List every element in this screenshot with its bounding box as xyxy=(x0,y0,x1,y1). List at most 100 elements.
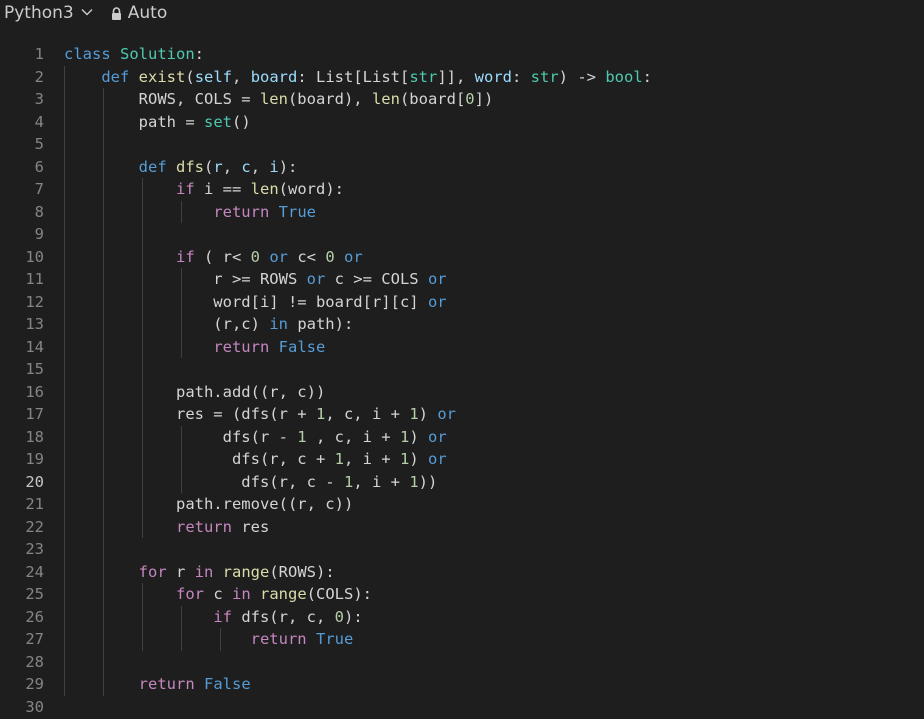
code-token: return xyxy=(138,675,195,693)
code-line[interactable]: 22 return res xyxy=(0,515,924,539)
auto-mode-indicator[interactable]: Auto xyxy=(111,3,167,23)
code-line[interactable]: 30 xyxy=(0,696,924,719)
code-token: path = xyxy=(64,112,204,131)
code-token: or xyxy=(427,292,447,311)
code-line[interactable]: 23 xyxy=(0,538,924,561)
code-token: if xyxy=(175,180,195,198)
line-number: 12 xyxy=(25,292,44,311)
code-token: path.add((r, c)) xyxy=(64,382,326,401)
code-token: 0 xyxy=(334,607,344,626)
code-text: class Solution: xyxy=(64,43,204,66)
code-token: , i + xyxy=(343,450,400,468)
code-token: or xyxy=(437,405,456,423)
language-selector[interactable]: Python3 xyxy=(4,3,93,23)
code-line[interactable]: 1 class Solution: xyxy=(0,43,924,66)
code-token: path): xyxy=(287,315,354,333)
code-line[interactable]: 24 for r in range(ROWS): xyxy=(0,560,924,584)
code-line[interactable]: 6 def dfs(r, c, i): xyxy=(0,155,924,179)
code-token: r xyxy=(213,157,223,176)
code-token: or xyxy=(427,450,447,468)
code-text: return res xyxy=(64,516,269,539)
code-token: word xyxy=(474,67,512,86)
indent-guide xyxy=(103,538,104,561)
code-line[interactable]: 25 for c in range(COLS): xyxy=(0,583,924,606)
code-line[interactable]: 17 res = (dfs(r + 1, c, i + 1) or xyxy=(0,403,924,426)
line-number: 2 xyxy=(34,67,44,86)
code-token: , xyxy=(232,67,251,86)
code-token: , i + xyxy=(353,472,410,491)
code-token: Solution xyxy=(120,45,195,63)
code-token: c< xyxy=(288,247,326,266)
code-line[interactable]: 15 xyxy=(0,358,924,381)
code-line[interactable]: 16 path.add((r, c)) xyxy=(0,380,924,403)
code-token: ]) xyxy=(474,90,494,108)
indent-guide xyxy=(64,538,65,561)
code-line[interactable]: 19 dfs(r, c + 1, i + 1) or xyxy=(0,448,924,471)
code-text: path = set() xyxy=(64,111,251,134)
code-token: in xyxy=(194,562,214,581)
code-token: (r,c) xyxy=(64,315,270,333)
code-editor[interactable]: 1 class Solution: 2 def exist(self, board:… xyxy=(0,43,924,718)
code-token: exist xyxy=(138,67,186,86)
code-token: return xyxy=(213,202,270,221)
line-number: 22 xyxy=(25,517,44,536)
code-token: )) xyxy=(418,472,438,491)
code-token: dfs(r, c + xyxy=(64,450,335,468)
code-text: r >= ROWS or c >= COLS or xyxy=(64,268,446,291)
code-token: 1 xyxy=(399,427,410,446)
code-token: range xyxy=(222,562,270,581)
code-line[interactable]: 14 return False xyxy=(0,335,924,358)
code-token: if xyxy=(213,607,232,626)
code-token: or xyxy=(344,247,363,266)
code-token: or xyxy=(427,427,447,446)
line-number: 18 xyxy=(25,427,44,446)
code-token: or xyxy=(306,270,326,288)
code-line[interactable]: 2 def exist(self, board: List[List[str]]… xyxy=(0,65,924,88)
code-line[interactable]: 3 ROWS, COLS = len(board), len(board[0]) xyxy=(0,88,924,111)
line-number: 8 xyxy=(34,202,44,221)
code-token: : xyxy=(512,67,531,86)
code-token: , xyxy=(250,157,270,176)
code-token: c xyxy=(241,157,251,176)
code-line[interactable]: 13 (r,c) in path): xyxy=(0,313,924,336)
line-number: 3 xyxy=(34,90,44,108)
code-line[interactable]: 10 if ( r< 0 or c< 0 or xyxy=(0,245,924,268)
code-line[interactable]: 9 xyxy=(0,223,924,246)
code-line[interactable]: 28 xyxy=(0,650,924,673)
code-line[interactable]: 11 r >= ROWS or c >= COLS or xyxy=(0,268,924,291)
code-line[interactable]: 12 word[i] != board[r][c] or xyxy=(0,290,924,313)
code-line[interactable]: 8 return True xyxy=(0,200,924,224)
code-token: : xyxy=(642,67,653,86)
code-token: r >= ROWS xyxy=(64,270,307,288)
code-line[interactable]: 18 dfs(r - 1 , c, i + 1) or xyxy=(0,425,924,448)
code-line[interactable]: 29 return False xyxy=(0,673,924,696)
code-text: for r in range(ROWS): xyxy=(64,561,335,584)
code-line[interactable]: 26 if dfs(r, c, 0): xyxy=(0,605,924,628)
code-token: 1 xyxy=(409,405,419,423)
code-token: return xyxy=(250,630,307,648)
code-line[interactable]: 27 return True xyxy=(0,628,924,651)
line-number: 5 xyxy=(34,135,44,153)
code-line[interactable]: 20 dfs(r, c - 1, i + 1)) xyxy=(0,470,924,494)
code-text: def dfs(r, c, i): xyxy=(64,156,298,179)
code-line[interactable]: 5 xyxy=(0,133,924,156)
code-text: dfs(r, c - 1, i + 1)) xyxy=(64,471,437,494)
code-token: in xyxy=(231,585,251,603)
line-number: 23 xyxy=(25,540,44,558)
indent-guide xyxy=(103,650,104,673)
code-line[interactable]: 21 path.remove((r, c)) xyxy=(0,493,924,516)
code-text: return True xyxy=(64,201,316,224)
line-number: 10 xyxy=(25,247,44,266)
code-token: ) -> xyxy=(558,67,606,86)
line-number: 26 xyxy=(25,607,44,626)
code-token: ) xyxy=(409,450,428,468)
code-line[interactable]: 7 if i == len(word): xyxy=(0,178,924,201)
code-line[interactable]: 4 path = set() xyxy=(0,110,924,134)
code-token: , c, i + xyxy=(325,405,410,423)
